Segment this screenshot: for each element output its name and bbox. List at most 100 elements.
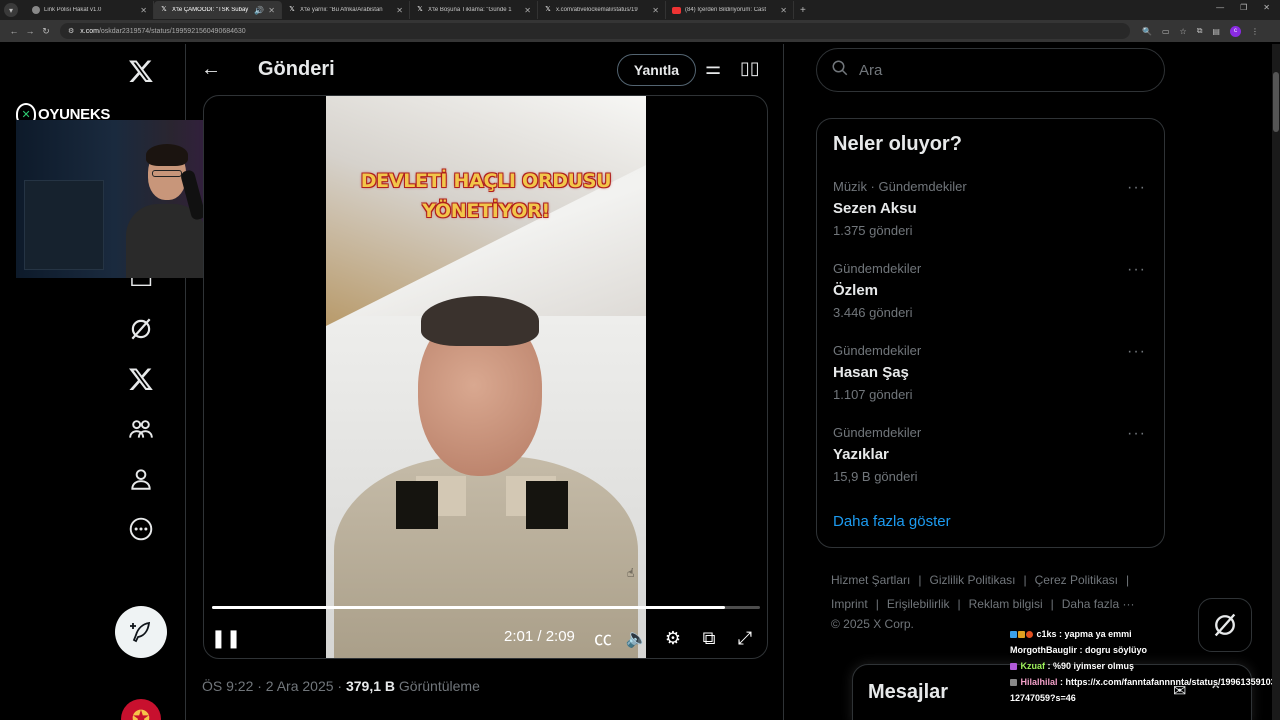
new-tab-icon[interactable]: + [800, 5, 806, 16]
profile-avatar[interactable]: c [1229, 25, 1241, 37]
video-caption-line: YÖNETİYOR! [422, 200, 550, 222]
url-field[interactable]: ⚙ x.com /oskdar2319574/status/1995921560… [60, 23, 1130, 39]
footer-links: Hizmet Şartları | Gizlilik Politikası | Çere… [831, 568, 1161, 632]
close-icon[interactable]: ✕ [140, 6, 147, 15]
more-dots-icon[interactable]: ··· [1127, 343, 1146, 361]
browser-tab[interactable]: Link Polisi Hakat v1.0 ✕ [26, 1, 154, 19]
close-icon[interactable]: ✕ [268, 6, 275, 15]
browser-tab[interactable]: (84) İçerden Bildiriyorum: Cast ✕ [666, 1, 794, 19]
chat-message: Hilalhilal : https://x.com/fanntafannnnt… [1010, 677, 1276, 703]
account-avatar[interactable]: ✪ [121, 699, 161, 720]
post-timestamp[interactable]: ÖS 9:22 · 2 Ara 2025 · [202, 678, 346, 694]
browser-tab-active[interactable]: 𝕏 X'te ÇAMOODI: "TSK Subay 🔊 ✕ [154, 1, 282, 19]
close-icon[interactable]: ✕ [780, 6, 787, 15]
compose-post-button[interactable] [115, 606, 167, 658]
speaker-icon[interactable]: 🔊 [254, 6, 264, 15]
browser-toolbar: 🔍 ▭ ☆ ⧉ ▤ c ⋮ [1142, 25, 1259, 37]
tab-title: Link Polisi Hakat v1.0 [44, 7, 102, 13]
bookmark-star-icon[interactable]: ☆ [1180, 27, 1187, 36]
more-dots-icon[interactable]: ··· [1127, 179, 1146, 197]
chat-user: Hilalhilal [1020, 677, 1058, 687]
more-dots-icon[interactable]: ··· [1127, 261, 1146, 279]
search-icon [831, 59, 849, 81]
trend-category: Müzik · Gündemdekiler [833, 179, 967, 194]
reload-icon[interactable]: ↻ [38, 26, 54, 37]
more-circle-icon[interactable] [116, 504, 166, 554]
cast-icon[interactable]: ▭ [1162, 27, 1170, 36]
ads-info-link[interactable]: Reklam bilgisi [969, 597, 1043, 611]
trend-name: Hasan Şaş [833, 364, 909, 381]
scrollbar-thumb[interactable] [1273, 72, 1279, 132]
back-icon[interactable]: ← [6, 26, 22, 36]
badge-icon [1010, 631, 1017, 639]
zoom-icon[interactable]: 🔍 [1142, 27, 1152, 36]
video-progress-bar[interactable] [212, 606, 760, 609]
browser-tab[interactable]: 𝕏 X'te Boşuna Tıklama: "Günde 1 ✕ [410, 1, 538, 19]
view-count: 379,1 B [345, 678, 396, 694]
youtube-icon [672, 6, 681, 14]
x-logo-icon[interactable] [116, 46, 166, 96]
browser-tab[interactable]: 𝕏 X'te yarnii: "Bu Afrika/Arabistan ✕ [282, 1, 410, 19]
site-info-icon[interactable]: ⚙ [68, 27, 74, 35]
extensions-icon[interactable]: ⧉ [1197, 26, 1203, 36]
search-input[interactable] [859, 61, 1139, 79]
page-scrollbar[interactable] [1272, 44, 1280, 720]
restore-icon[interactable]: ❐ [1240, 3, 1247, 12]
imprint-link[interactable]: Imprint [831, 597, 868, 611]
close-icon[interactable]: ✕ [652, 6, 659, 15]
x-icon: 𝕏 [161, 6, 167, 13]
tab-search-icon[interactable]: ▾ [4, 3, 18, 17]
video-caption: DEVLETİ HAÇLI ORDUSU YÖNETİYOR! [326, 166, 646, 226]
trend-item[interactable]: Gündemdekiler Yazıklar 15,9 B gönderi ··… [817, 425, 1164, 507]
captions-icon[interactable]: ㏄ [592, 626, 614, 650]
forward-icon[interactable]: → [22, 26, 38, 36]
pause-icon[interactable]: ❚❚ [211, 626, 241, 650]
close-window-icon[interactable]: ✕ [1263, 3, 1270, 12]
search-box[interactable] [816, 48, 1165, 92]
sliders-icon[interactable]: ⚌ [705, 58, 721, 79]
trend-count: 1.107 gönderi [833, 387, 913, 402]
settings-gear-icon[interactable]: ⚙ [662, 626, 684, 650]
premium-x-icon[interactable] [116, 354, 166, 404]
trend-category: Gündemdekiler [833, 261, 922, 276]
close-icon[interactable]: ✕ [396, 6, 403, 15]
close-icon[interactable]: ✕ [524, 6, 531, 15]
picture-in-picture-icon[interactable]: ⧉ [698, 626, 720, 650]
terms-link[interactable]: Hizmet Şartları [831, 573, 910, 587]
browser-tab[interactable]: 𝕏 x.com/abvelockemali/status/19 ✕ [538, 1, 666, 19]
trend-item[interactable]: Gündemdekiler Hasan Şaş 1.107 gönderi ··… [817, 343, 1164, 425]
more-dots-icon[interactable]: ··· [1127, 425, 1146, 443]
profile-icon[interactable] [116, 454, 166, 504]
chat-message: Kzuaf : %90 iyimser olmuş [1010, 658, 1280, 674]
browser-tab-bar: ▾ Link Polisi Hakat v1.0 ✕ 𝕏 X'te ÇAMOOD… [0, 0, 1280, 20]
video-progress-fill [212, 606, 726, 609]
x-icon: 𝕏 [545, 6, 551, 13]
communities-icon[interactable] [116, 404, 166, 454]
chat-user: MorgothBauglir [1010, 645, 1077, 655]
privacy-link[interactable]: Gizlilik Politikası [929, 573, 1015, 587]
chat-text: dogru söylüyo [1085, 645, 1148, 655]
x-icon: 𝕏 [289, 6, 295, 13]
trend-count: 3.446 gönderi [833, 305, 913, 320]
trend-name: Sezen Aksu [833, 200, 917, 217]
show-more-link[interactable]: Daha fazla göster [833, 513, 951, 530]
accessibility-link[interactable]: Erişilebilirlik [887, 597, 950, 611]
reader-book-icon[interactable]: ▯▯ [740, 58, 760, 79]
more-links-button[interactable]: Daha fazla ··· [1062, 597, 1135, 611]
back-arrow-icon[interactable]: ← [201, 58, 221, 81]
menu-kebab-icon[interactable]: ⋮ [1251, 27, 1259, 36]
fullscreen-icon[interactable]: ⤢ [734, 626, 756, 650]
sidebar-icon[interactable]: ▤ [1212, 27, 1220, 36]
minimize-icon[interactable]: — [1216, 3, 1224, 12]
trend-item[interactable]: Müzik · Gündemdekiler Sezen Aksu 1.375 g… [817, 179, 1164, 261]
trend-item[interactable]: Gündemdekiler Özlem 3.446 gönderi ··· [817, 261, 1164, 343]
video-frame: DEVLETİ HAÇLI ORDUSU YÖNETİYOR! ☝ [326, 96, 646, 658]
cookies-link[interactable]: Çerez Politikası [1035, 573, 1118, 587]
video-player[interactable]: DEVLETİ HAÇLI ORDUSU YÖNETİYOR! ☝ ❚❚ 2:0… [203, 95, 768, 659]
reply-button[interactable]: Yanıtla [617, 54, 696, 86]
video-time: 2:01 / 2:09 [504, 628, 575, 645]
volume-icon[interactable]: 🔈 [626, 626, 648, 650]
mouse-cursor-icon: ☝ [627, 566, 635, 580]
grok-icon[interactable] [116, 304, 166, 354]
feather-plus-icon [130, 621, 151, 643]
